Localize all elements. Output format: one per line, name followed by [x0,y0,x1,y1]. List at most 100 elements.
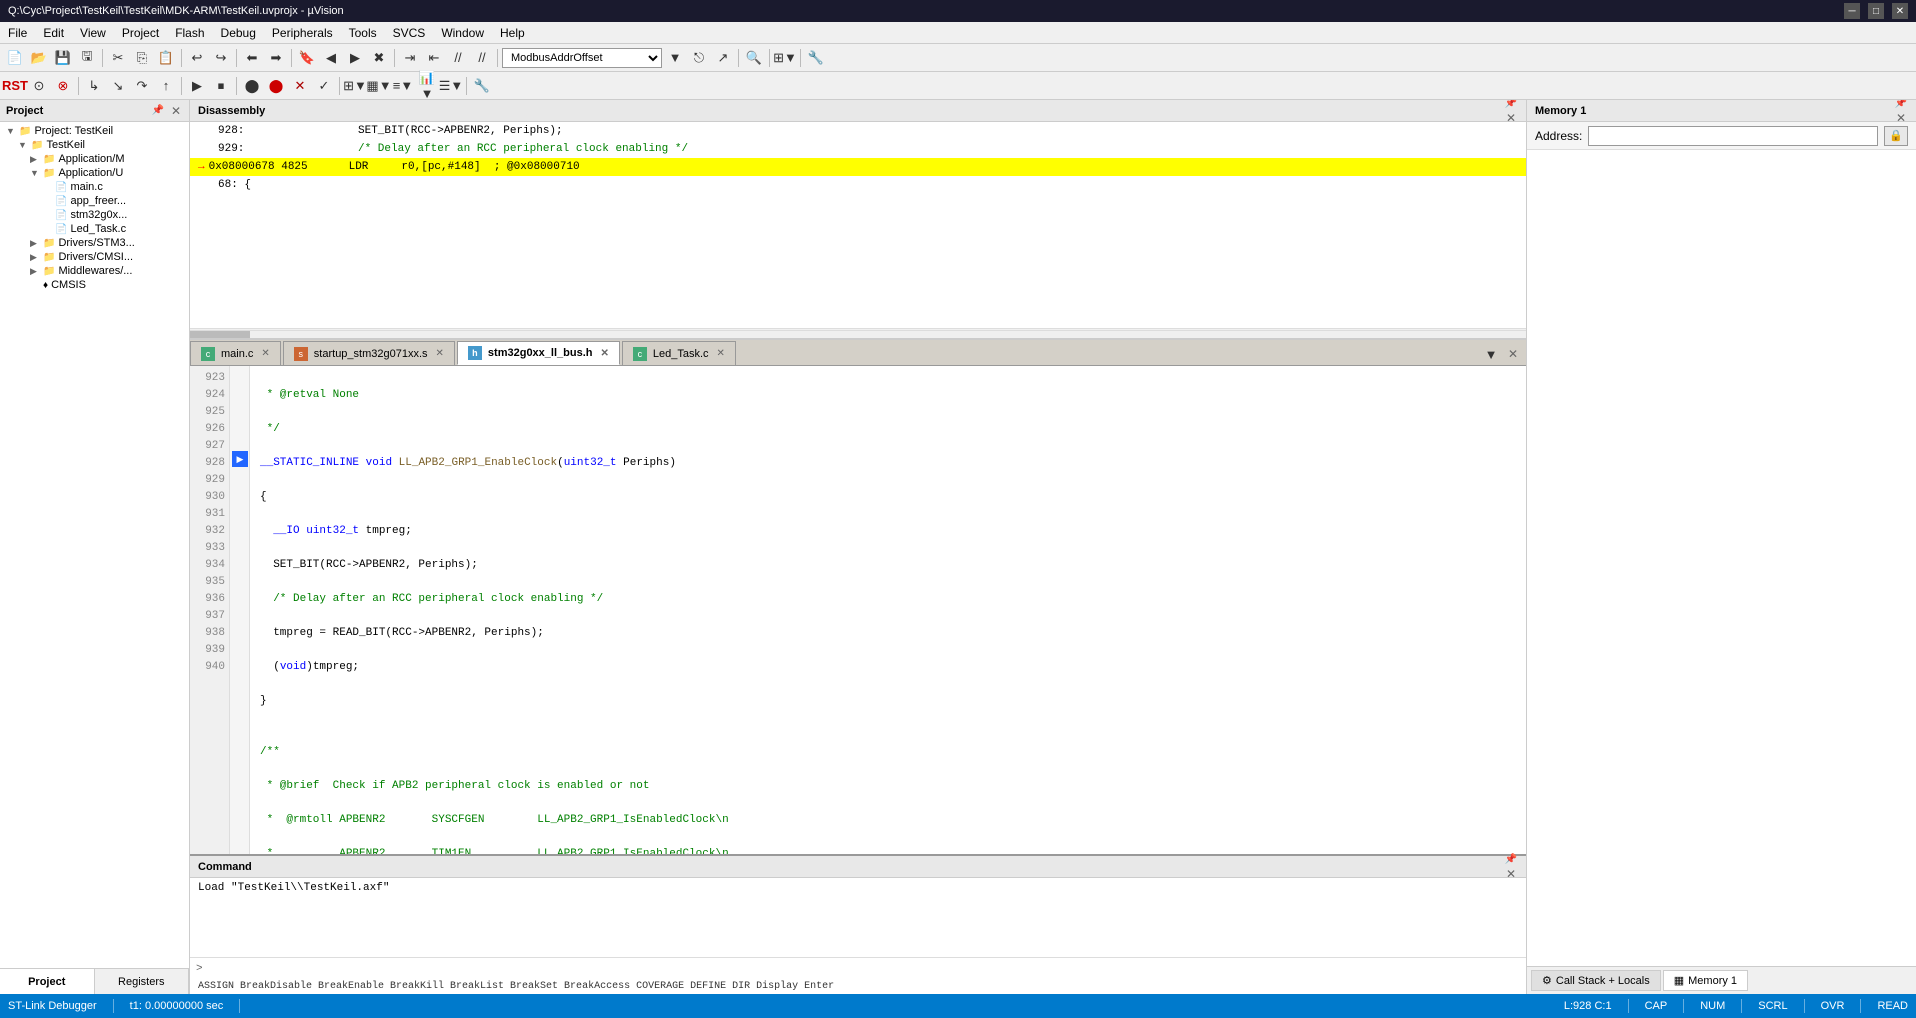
editor-close-button[interactable]: ✕ [1506,347,1520,361]
tree-item-cmsis[interactable]: ♦ CMSIS [2,278,187,292]
tree-item-drivers-stm3[interactable]: ▶ 📁 Drivers/STM3... [2,236,187,250]
menu-peripherals[interactable]: Peripherals [264,24,341,42]
minimize-button[interactable]: ─ [1844,3,1860,19]
disassembly-pin-button[interactable]: 📌 [1504,100,1518,111]
combo-dropdown[interactable]: ▼ [664,47,686,69]
save-button[interactable]: 💾 [52,47,74,69]
nav-fwd-button[interactable]: ➡ [265,47,287,69]
disable-bp-button[interactable]: ⬤ [265,75,287,97]
comment-button[interactable]: // [447,47,469,69]
menu-window[interactable]: Window [433,24,492,42]
tree-item-main-c[interactable]: 📄 main.c [2,180,187,194]
tab-main-c-close[interactable]: ✕ [261,348,269,359]
tree-item-app-m[interactable]: ▶ 📁 Application/M [2,152,187,166]
extra-button[interactable]: ☰▼ [440,75,462,97]
open-button[interactable]: 📂 [28,47,50,69]
menu-tools[interactable]: Tools [341,24,385,42]
memory-pin-button[interactable]: 📌 [1894,100,1908,111]
menu-view[interactable]: View [72,24,114,42]
step-into-button[interactable]: ↘ [107,75,129,97]
stop-button[interactable]: ⊗ [52,75,74,97]
tree-item-app-freer[interactable]: 📄 app_freer... [2,194,187,208]
menu-debug[interactable]: Debug [213,24,264,42]
menu-project[interactable]: Project [114,24,167,42]
prev-bookmark-button[interactable]: ◀ [320,47,342,69]
menu-flash[interactable]: Flash [167,24,212,42]
step-out-button[interactable]: ↑ [155,75,177,97]
tree-item-stm32g0x[interactable]: 📄 stm32g0x... [2,208,187,222]
stop-debug-button[interactable]: ⏹ [210,75,232,97]
view-options-button[interactable]: ⊞▼ [774,47,796,69]
search-symbol-button[interactable]: ⎋ [688,47,710,69]
goto-symbol-button[interactable]: ↗ [712,47,734,69]
disasm-line-68: 68: { [190,176,1526,194]
clear-bookmarks-button[interactable]: ✖ [368,47,390,69]
run-to-cursor-button[interactable]: ↳ [83,75,105,97]
right-tab-callstack[interactable]: ⚙ Call Stack + Locals [1531,970,1661,991]
redo-button[interactable]: ↪ [210,47,232,69]
tab-startup-close[interactable]: ✕ [436,348,444,359]
menu-edit[interactable]: Edit [35,24,72,42]
tab-registers[interactable]: Registers [95,969,190,994]
tree-item-testkeil[interactable]: ▼ 📁 TestKeil [2,138,187,152]
memory-address-input[interactable] [1588,126,1878,146]
symbol-combo[interactable]: ModbusAddrOffset [502,48,662,68]
find-button[interactable]: 🔍 [743,47,765,69]
tab-led-task[interactable]: c Led_Task.c ✕ [622,341,736,365]
indent-button[interactable]: ⇥ [399,47,421,69]
disassembly-scrollbar-h[interactable] [190,328,1526,338]
tree-item-drivers-cmsi[interactable]: ▶ 📁 Drivers/CMSI... [2,250,187,264]
save-all-button[interactable]: 🖫 [76,47,98,69]
memory-go-button[interactable]: 🔒 [1884,126,1908,146]
scrollbar-thumb-h[interactable] [190,331,250,339]
uncomment-button[interactable]: // [471,47,493,69]
tree-item-led-task[interactable]: 📄 Led_Task.c [2,222,187,236]
project-close-button[interactable]: ✕ [169,104,183,118]
mem-view-button[interactable]: ▦▼ [368,75,390,97]
tab-startup[interactable]: s startup_stm32g071xx.s ✕ [283,341,455,365]
tab-led-task-close[interactable]: ✕ [717,348,725,359]
ln-932: 932 [194,523,225,540]
kill-bp-button[interactable]: ✕ [289,75,311,97]
tree-item-project[interactable]: ▼ 📁 Project: TestKeil [2,124,187,138]
tab-stm32-bus-close[interactable]: ✕ [600,348,608,359]
menu-file[interactable]: File [0,24,35,42]
cut-button[interactable]: ✂ [107,47,129,69]
reset-button[interactable]: RST [4,75,26,97]
command-pin-button[interactable]: 📌 [1504,853,1518,867]
view-select-button[interactable]: ⊞▼ [344,75,366,97]
new-file-button[interactable]: 📄 [4,47,26,69]
tab-project[interactable]: Project [0,969,95,994]
menu-svcs[interactable]: SVCS [385,24,434,42]
paste-button[interactable]: 📋 [155,47,177,69]
right-tab-memory[interactable]: ▦ Memory 1 [1663,970,1748,991]
analyze-button[interactable]: 📊▼ [416,75,438,97]
command-input[interactable] [207,963,1520,975]
tab-stm32-bus[interactable]: h stm32g0xx_ll_bus.h ✕ [457,341,620,365]
serial-view-button[interactable]: ≡▼ [392,75,414,97]
memory-content[interactable] [1527,150,1916,966]
tabs-list-button[interactable]: ▼ [1480,343,1502,365]
copy-button[interactable]: ⎘ [131,47,153,69]
tools-button[interactable]: 🔧 [805,47,827,69]
maximize-button[interactable]: □ [1868,3,1884,19]
undo-button[interactable]: ↩ [186,47,208,69]
project-pin-button[interactable]: 📌 [151,104,165,118]
close-window-button[interactable]: ✕ [1892,3,1908,19]
next-bookmark-button[interactable]: ▶ [344,47,366,69]
enable-all-bp-button[interactable]: ✓ [313,75,335,97]
nav-back-button[interactable]: ⬅ [241,47,263,69]
tree-item-app-u[interactable]: ▼ 📁 Application/U [2,166,187,180]
target-options-button[interactable]: ⊙ [28,75,50,97]
run-button[interactable]: ▶ [186,75,208,97]
menu-help[interactable]: Help [492,24,533,42]
tab-main-c[interactable]: c main.c ✕ [190,341,281,365]
unindent-button[interactable]: ⇤ [423,47,445,69]
code-content[interactable]: * @retval None */ __STATIC_INLINE void L… [250,366,1526,854]
step-over-button[interactable]: ↷ [131,75,153,97]
bookmark-button[interactable]: 🔖 [296,47,318,69]
disassembly-content[interactable]: 928: SET_BIT(RCC->APBENR2, Periphs); 929… [190,122,1526,328]
tree-item-middlewares[interactable]: ▶ 📁 Middlewares/... [2,264,187,278]
breakpoint-button[interactable]: ⬤ [241,75,263,97]
config-button[interactable]: 🔧 [471,75,493,97]
